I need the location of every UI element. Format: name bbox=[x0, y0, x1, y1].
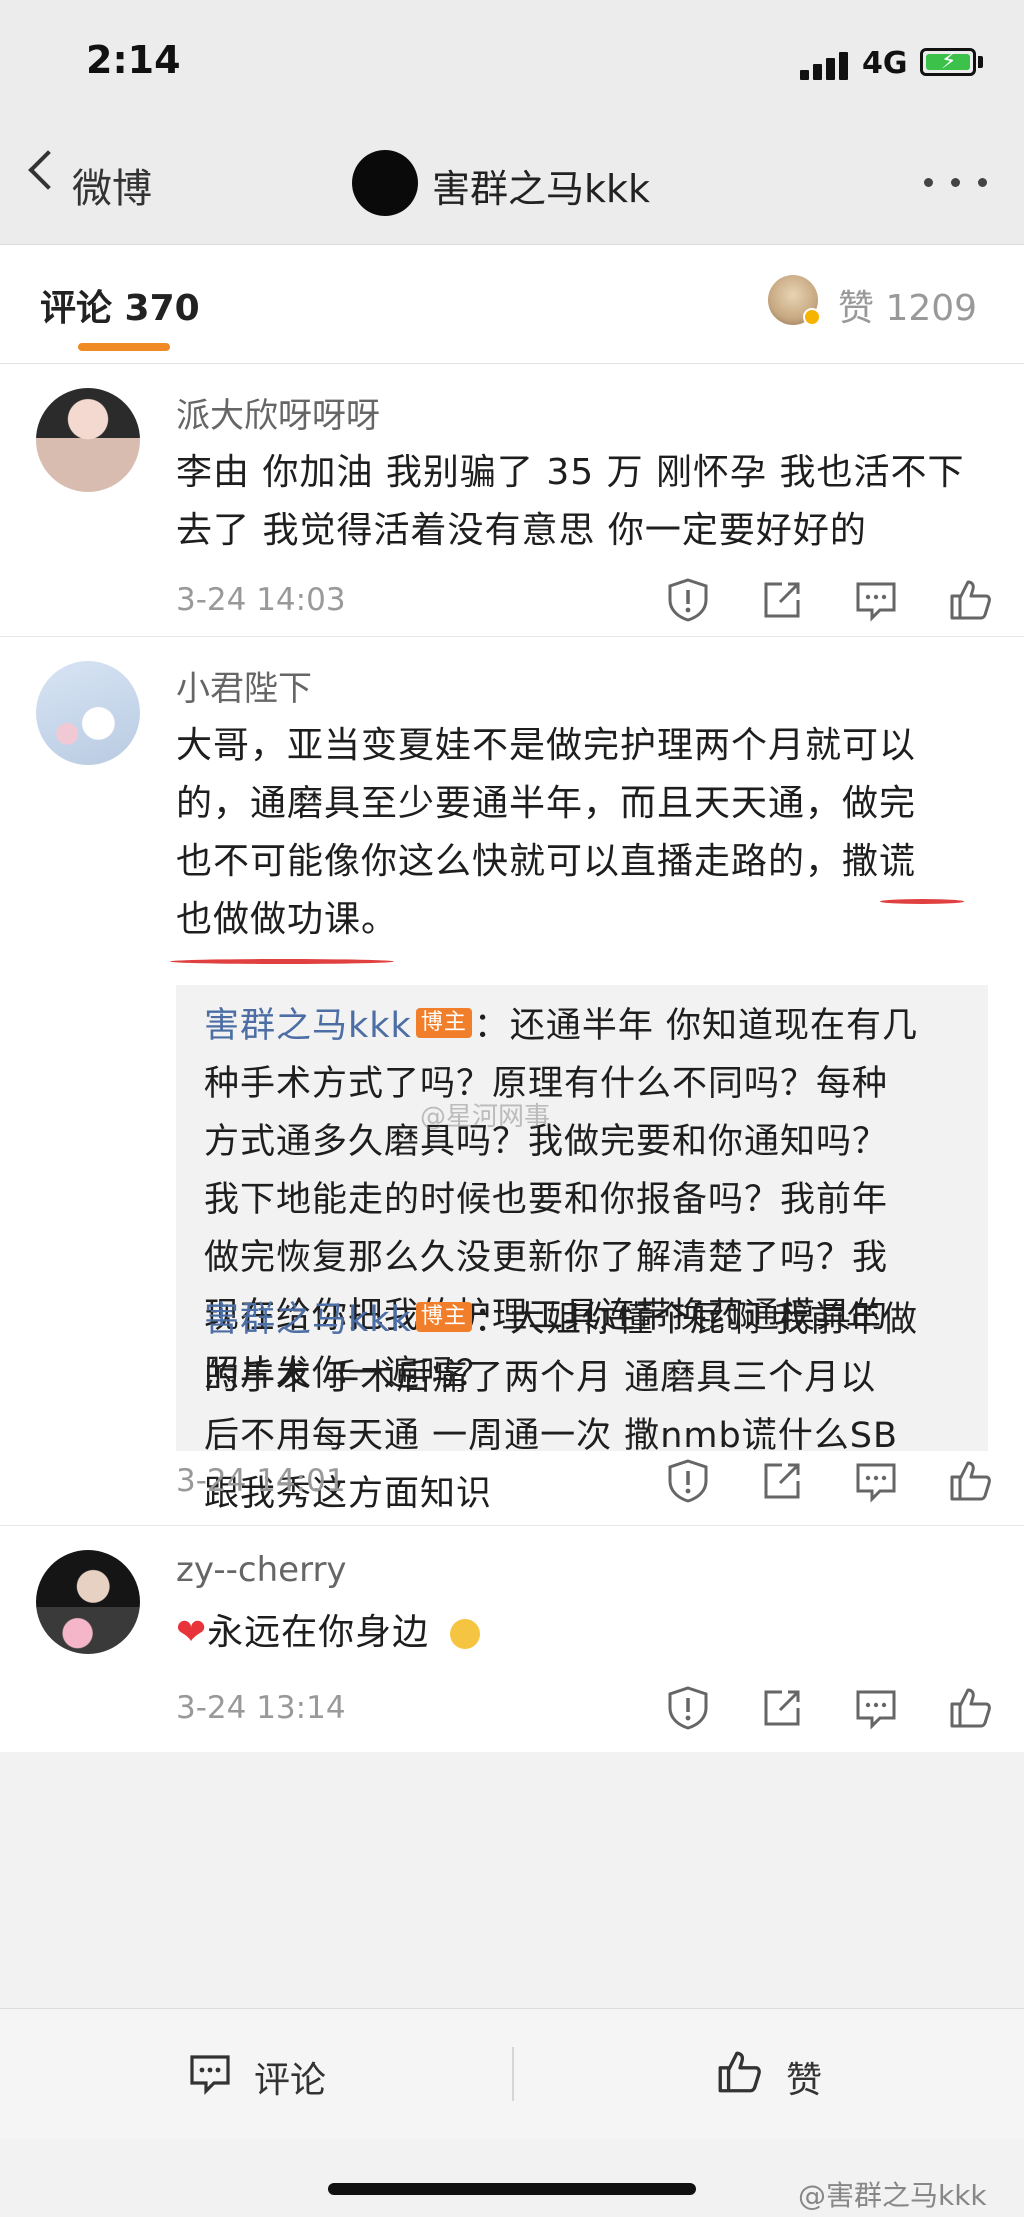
signal-icon bbox=[800, 50, 850, 80]
status-time: 2:14 bbox=[86, 38, 181, 82]
comment-timestamp: 3-24 13:14 bbox=[176, 1690, 346, 1726]
comment-timestamp: 3-24 14:01 bbox=[176, 1463, 346, 1499]
comment-actions bbox=[664, 1684, 994, 1732]
reply-icon[interactable] bbox=[852, 576, 900, 624]
comment-text: 大哥，亚当变夏娃不是做完护理两个月就可以 的，通磨具至少要通半年，而且天天通，做… bbox=[176, 725, 917, 940]
like-icon[interactable] bbox=[946, 1684, 994, 1732]
comment-item: 小君陛下 大哥，亚当变夏娃不是做完护理两个月就可以 的，通磨具至少要通半年，而且… bbox=[0, 637, 1024, 1526]
annotation-underline bbox=[170, 959, 394, 964]
reply-username[interactable]: 害群之马kkk bbox=[204, 1006, 412, 1046]
verified-badge-icon bbox=[803, 308, 821, 326]
like-button[interactable]: 赞 bbox=[786, 2051, 822, 2103]
report-icon[interactable] bbox=[664, 576, 712, 624]
comment-item: 派大欣呀呀呀 李由 你加油 我别骗了 35 万 刚怀孕 我也活不下 去了 我觉得… bbox=[0, 364, 1024, 637]
heart-icon: ❤ bbox=[176, 1612, 208, 1653]
comment-icon[interactable] bbox=[186, 2049, 234, 2097]
reply-username[interactable]: 害群之马kkk bbox=[204, 1300, 412, 1340]
battery-icon: ⚡ bbox=[920, 48, 976, 76]
back-button[interactable]: 微博 bbox=[72, 156, 152, 214]
active-tab-indicator bbox=[78, 343, 170, 351]
blogger-badge: 博主 bbox=[415, 1302, 472, 1332]
comment-item: zy--cherry ❤永远在你身边 3-24 13:14 bbox=[0, 1526, 1024, 1752]
avatar[interactable] bbox=[36, 661, 140, 765]
nav-bar: 微博 害群之马kkk bbox=[0, 120, 1024, 245]
reply-icon[interactable] bbox=[852, 1684, 900, 1732]
comment-list: 派大欣呀呀呀 李由 你加油 我别骗了 35 万 刚怀孕 我也活不下 去了 我觉得… bbox=[0, 364, 1024, 1752]
report-icon[interactable] bbox=[664, 1457, 712, 1505]
comment-username[interactable]: 派大欣呀呀呀 bbox=[176, 388, 380, 437]
share-icon[interactable] bbox=[758, 1684, 806, 1732]
comment-actions bbox=[664, 576, 994, 624]
network-type: 4G bbox=[862, 46, 908, 81]
avatar[interactable] bbox=[36, 388, 140, 492]
divider bbox=[512, 2047, 514, 2101]
avatar[interactable] bbox=[36, 1550, 140, 1654]
watermark: @害群之马kkk bbox=[798, 2179, 987, 2212]
page-title[interactable]: 害群之马kkk bbox=[432, 158, 650, 213]
comment-button[interactable]: 评论 bbox=[254, 2051, 326, 2103]
comment-actions bbox=[664, 1457, 994, 1505]
blogger-badge: 博主 bbox=[415, 1008, 472, 1038]
share-icon[interactable] bbox=[758, 1457, 806, 1505]
tab-likes[interactable]: 赞 1209 bbox=[838, 279, 977, 331]
battery-tip bbox=[978, 56, 983, 68]
like-icon[interactable] bbox=[946, 1457, 994, 1505]
tab-comments[interactable]: 评论 370 bbox=[40, 279, 200, 331]
comment-text: 李由 你加油 我别骗了 35 万 刚怀孕 我也活不下 去了 我觉得活着没有意思 … bbox=[176, 452, 965, 551]
more-icon[interactable] bbox=[924, 178, 988, 188]
annotation-underline bbox=[880, 899, 964, 904]
back-chevron-icon[interactable] bbox=[28, 150, 68, 190]
comment-username[interactable]: zy--cherry bbox=[176, 1550, 347, 1590]
reply-thread[interactable]: 害群之马kkk 博主 ：还通半年 你知道现在有几 种手术方式了吗？原理有什么不同吗？… bbox=[176, 985, 988, 1514]
share-icon[interactable] bbox=[758, 576, 806, 624]
comment-timestamp: 3-24 14:03 bbox=[176, 582, 346, 618]
comment-text: ❤永远在你身边 bbox=[176, 1604, 976, 1662]
bottom-action-bar: 评论 赞 bbox=[0, 2008, 1024, 2139]
reply-icon[interactable] bbox=[852, 1457, 900, 1505]
status-bar: 2:14 4G ⚡ bbox=[0, 0, 1024, 120]
home-indicator[interactable] bbox=[328, 2183, 696, 2195]
header-avatar[interactable] bbox=[352, 150, 418, 216]
tabs-bar: 评论 370 赞 1209 bbox=[0, 245, 1024, 364]
report-icon[interactable] bbox=[664, 1684, 712, 1732]
like-icon[interactable] bbox=[946, 576, 994, 624]
comment-username[interactable]: 小君陛下 bbox=[176, 661, 312, 710]
like-icon[interactable] bbox=[714, 2047, 764, 2097]
watermark: @星河网事 bbox=[420, 1102, 551, 1132]
hug-emoji-icon bbox=[449, 1619, 480, 1649]
